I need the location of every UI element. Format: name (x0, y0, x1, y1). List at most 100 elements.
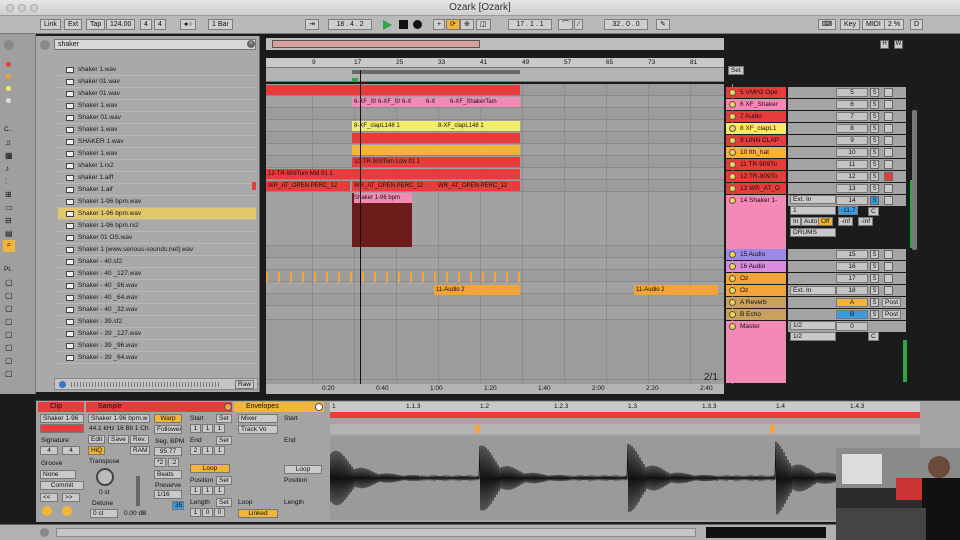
value-field[interactable]: 1 (214, 486, 225, 495)
overview-viewport[interactable] (272, 40, 480, 48)
ext-button[interactable]: Ext (64, 19, 83, 30)
half-tempo-button[interactable]: :2 (168, 458, 180, 467)
value-field[interactable]: 1 (190, 486, 201, 495)
collection-red-icon[interactable] (6, 62, 11, 67)
file-item[interactable]: shaker 1.aiff (58, 172, 256, 184)
solo-button[interactable]: S (870, 274, 879, 283)
warp-button[interactable]: Warp (154, 414, 182, 423)
track-header[interactable]: 11 TR-909To (726, 159, 786, 170)
gain-slider[interactable] (136, 476, 140, 506)
save-button[interactable]: Save (108, 435, 129, 444)
loop-brace-lane[interactable] (266, 68, 724, 82)
arm-button[interactable] (884, 112, 893, 121)
solo-button[interactable]: S (870, 310, 879, 319)
volume-field[interactable]: -11.7 (838, 206, 859, 215)
value-field[interactable]: 0 (214, 508, 225, 517)
master-pan-field[interactable]: C (868, 332, 879, 341)
follower-button[interactable]: Follower (154, 425, 182, 434)
folder-icon[interactable]: ▢ (5, 330, 13, 339)
length-set-button[interactable]: Set (216, 498, 232, 507)
file-item[interactable]: Shaker 1.wav (58, 100, 256, 112)
env-loop-button[interactable]: Loop (284, 465, 322, 474)
file-item[interactable]: Shaker 1.wav (58, 148, 256, 160)
input-channel-select[interactable]: 1 (790, 206, 836, 215)
edit-button[interactable]: Edit (88, 435, 106, 444)
warp-marker[interactable] (770, 425, 775, 433)
track-activator-icon[interactable] (729, 275, 736, 282)
envelope-expand-icon[interactable] (315, 403, 323, 411)
track-activator-icon[interactable] (729, 185, 736, 192)
track-activator-icon[interactable] (729, 323, 736, 330)
stop-button[interactable] (399, 20, 408, 29)
hat-clip[interactable] (446, 272, 448, 282)
loop-start-field[interactable]: 17 . 1 . 1 (508, 19, 552, 30)
track-activator-icon[interactable] (729, 299, 736, 306)
track-header[interactable]: 7 Audio (726, 111, 786, 122)
track-number[interactable]: 15 (836, 250, 868, 259)
track-header[interactable]: Master (726, 321, 786, 383)
arm-button[interactable] (884, 124, 893, 133)
pan-field[interactable]: C (868, 207, 879, 216)
arrangement-clip[interactable]: 6-X (424, 97, 448, 107)
arm-button[interactable] (884, 262, 893, 271)
track-activator-icon[interactable] (729, 263, 736, 270)
track-number[interactable]: 10 (836, 148, 868, 157)
solo-button[interactable]: S (870, 172, 879, 181)
hat-clip[interactable] (518, 272, 520, 282)
clips-icon[interactable]: ▤ (5, 229, 13, 238)
track-activator-icon[interactable] (729, 149, 736, 156)
track-number[interactable]: 0 (836, 322, 868, 331)
arrangement-clip[interactable]: 10-TR-909Tom Low 01 1 (352, 157, 520, 167)
clip-color-select[interactable] (40, 424, 84, 433)
arm-button[interactable] (884, 184, 893, 193)
track-activator-icon[interactable] (729, 197, 736, 204)
hat-clip[interactable] (506, 272, 508, 282)
value-field[interactable]: 1 (190, 424, 201, 433)
loop-button[interactable]: Loop (190, 464, 230, 473)
track-lane[interactable] (266, 294, 724, 306)
track-lane[interactable] (266, 108, 724, 120)
automation-arm-icon[interactable]: ⟳ (446, 19, 460, 30)
track-header[interactable]: Oz (726, 273, 786, 284)
arrangement-clip[interactable]: 8-XF_clapL148 1 (352, 121, 436, 131)
solo-button[interactable]: S (870, 298, 879, 307)
record-button[interactable] (413, 20, 422, 29)
arm-button[interactable] (884, 250, 893, 259)
file-item[interactable]: Shaker - 39 _96.wav (58, 340, 256, 352)
audio-effects-icon[interactable]: ⫶ (5, 177, 7, 187)
track-header[interactable]: 16 Audio (726, 261, 786, 272)
arrangement-clip[interactable]: WR_AT_OPEN PERC_12 (436, 181, 520, 191)
track-number[interactable]: 5 (836, 88, 868, 97)
track-header[interactable]: 8 XF_clapL1 (726, 123, 786, 134)
solo-button[interactable]: S (870, 148, 879, 157)
arrangement-clip[interactable]: 6-XF_ShakerTam (448, 97, 520, 107)
hat-clip[interactable] (398, 272, 400, 282)
midi-effects-icon[interactable]: ⊞ (5, 190, 12, 199)
hat-clip[interactable] (458, 272, 460, 282)
send-b-field[interactable]: -inf (858, 217, 874, 226)
hat-clip[interactable] (350, 272, 352, 282)
file-item[interactable]: Shaker - 40 _127.wav (58, 268, 256, 280)
value-field[interactable]: 1 (202, 446, 213, 455)
file-item[interactable]: shaker 1.wav (58, 64, 256, 76)
sample-name-field[interactable]: Shaker 1-96 bpm.w (88, 414, 150, 423)
arrangement-clip[interactable]: 6-XF_Shal (376, 97, 400, 107)
launch-icon[interactable] (42, 506, 52, 516)
sig-num-field[interactable]: 4 (40, 446, 58, 455)
bar-ruler[interactable]: 9 17 25 33 41 49 57 65 73 81 (266, 58, 724, 68)
track-activator-icon[interactable] (729, 89, 736, 96)
collection-white-icon[interactable] (6, 98, 11, 103)
hat-clip[interactable] (266, 272, 268, 282)
current-project-icon[interactable]: ▢ (5, 304, 13, 313)
collection-yellow-icon[interactable] (6, 86, 11, 91)
raw-button[interactable]: Raw (235, 380, 255, 389)
track-number[interactable]: 17 (836, 274, 868, 283)
file-item[interactable]: Shaker 1-96 bpm.rx2 (58, 220, 256, 232)
detail-toggle-icon[interactable] (40, 528, 49, 537)
file-item[interactable]: Shaker - 39 _64.wav (58, 352, 256, 364)
arrangement-clip[interactable] (352, 145, 520, 155)
collection-orange-icon[interactable] (6, 74, 11, 79)
hat-clip[interactable] (314, 272, 316, 282)
arrangement-clip[interactable] (352, 133, 520, 143)
folder-icon[interactable]: ▢ (5, 317, 13, 326)
